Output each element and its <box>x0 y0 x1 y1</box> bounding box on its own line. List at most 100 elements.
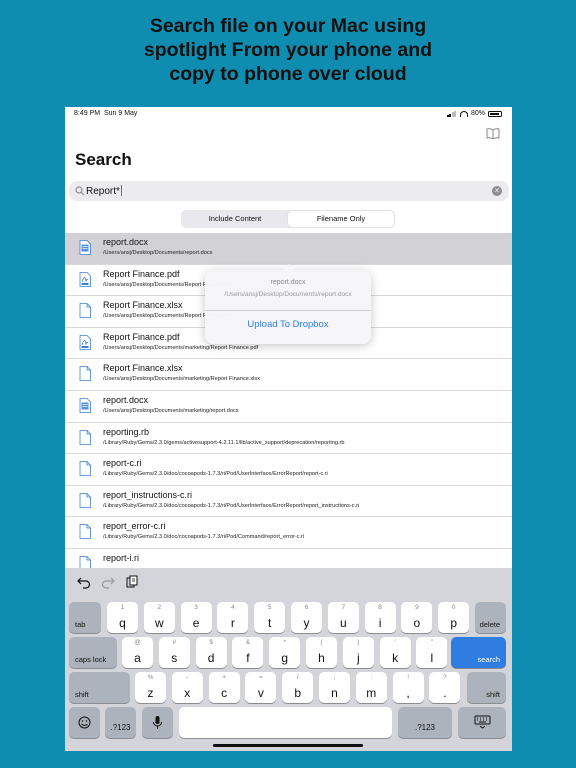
shift-right-key[interactable]: shift <box>467 672 506 703</box>
space-key[interactable] <box>179 707 392 738</box>
result-path: /Users/ansj/Desktop/Documents/report.doc… <box>103 250 213 256</box>
key-alt-char: 0 <box>451 604 456 611</box>
key-p[interactable]: 0p <box>438 602 470 633</box>
key-b[interactable]: / b <box>282 672 314 703</box>
key-char: m <box>366 686 377 700</box>
caps-lock-key[interactable]: caps lock <box>69 637 117 668</box>
key-alt-char: : <box>370 674 373 681</box>
key-j[interactable]: ) j <box>342 637 374 668</box>
key-label: tab <box>75 620 86 629</box>
key-char: g <box>281 651 289 665</box>
keyboard-shortcut-bar <box>65 568 512 596</box>
key-z[interactable]: % z <box>135 672 166 703</box>
search-mode-control[interactable]: Include Content Filename Only <box>181 210 395 228</box>
key-u[interactable]: 7u <box>327 602 359 633</box>
result-row[interactable]: report-i.ri <box>65 549 512 568</box>
onscreen-keyboard: tab 1 q 2 w 3 e 4 r 5 t 6 y 7 u 8 i 9 o 0 p delete caps lock @ a… <box>65 568 512 751</box>
key-char: k <box>392 651 399 665</box>
key-l[interactable]: " l <box>416 637 448 668</box>
delete-key[interactable]: delete <box>475 602 506 633</box>
key-alt-char: ; <box>333 674 336 681</box>
undo-icon[interactable] <box>77 575 91 589</box>
text-caret <box>120 185 122 196</box>
key-w[interactable]: 2w <box>143 602 175 633</box>
key-t[interactable]: 5t <box>254 602 286 633</box>
result-filename: report_error-c.ri <box>103 521 166 532</box>
result-row[interactable]: report-c.ri/Library/Ruby/Gems/2.3.0/doc/… <box>65 454 512 486</box>
result-row[interactable]: reporting.rb/Library/Ruby/Gems/2.3.0/gem… <box>65 423 512 455</box>
result-row[interactable]: report.docx/Users/ansj/Desktop/Documents… <box>65 233 512 265</box>
key-v[interactable]: = v <box>245 672 277 703</box>
key-x[interactable]: -x <box>171 672 203 703</box>
headline-line-3: copy to phone over cloud <box>169 63 407 85</box>
shift-left-key[interactable]: shift <box>69 672 130 703</box>
key-n[interactable]: ; n <box>319 672 350 703</box>
key-alt-char: " <box>430 639 434 646</box>
key-alt-char: @ <box>134 639 141 646</box>
key-a[interactable]: @ a <box>122 637 153 668</box>
numbers-key-right[interactable]: .?123 <box>398 707 452 738</box>
key-s[interactable]: # s <box>158 637 190 668</box>
file-icon <box>79 524 91 540</box>
status-time: 8:49 PM <box>74 110 101 117</box>
file-action-popover: report.docx /Users/ansj/Desktop/Document… <box>205 264 371 344</box>
key-g[interactable]: * g <box>269 637 301 668</box>
key-q[interactable]: 1q <box>107 602 138 633</box>
redo-icon[interactable] <box>101 575 115 589</box>
result-row[interactable]: report.docx/Users/ansj/Desktop/Documents… <box>65 391 512 423</box>
key-alt-char: 6 <box>304 604 309 611</box>
key-r[interactable]: 4r <box>217 602 249 633</box>
result-filename: report.docx <box>103 237 149 247</box>
result-row[interactable]: report_instructions-c.ri/Library/Ruby/Ge… <box>65 486 512 518</box>
result-row[interactable]: report_error-c.ri/Library/Ruby/Gems/2.3.… <box>65 517 512 549</box>
key-char: y <box>303 616 310 630</box>
key-label: shift <box>75 690 89 699</box>
search-field[interactable]: Report* × <box>69 181 509 201</box>
result-filename: report-i.ri <box>103 552 140 563</box>
key-h[interactable]: (h <box>306 637 337 668</box>
key-alt-char: 4 <box>231 604 235 611</box>
key-alt-char: ? <box>443 674 447 681</box>
emoji-key[interactable] <box>69 707 100 738</box>
segment-include-content[interactable]: Include Content <box>182 211 288 227</box>
key-i[interactable]: 8i <box>364 602 396 633</box>
key-alt-char: ' <box>394 639 396 646</box>
key-alt-char: $ <box>209 639 213 646</box>
clear-search-icon[interactable]: × <box>492 186 502 196</box>
dictation-key[interactable] <box>142 707 173 738</box>
result-row[interactable]: Report Finance.xlsx/Users/ansj/Desktop/D… <box>65 359 512 391</box>
key-f[interactable]: & f <box>232 637 264 668</box>
key-m[interactable]: :m <box>355 672 387 703</box>
headline-line-2: spotlight From your phone and <box>143 39 433 61</box>
key-c[interactable]: + c <box>208 672 240 703</box>
key-o[interactable]: 9o <box>401 602 433 633</box>
battery-icon <box>488 110 502 117</box>
result-filename: Report Finance.pdf <box>103 331 180 342</box>
search-input[interactable]: Report* <box>86 185 122 197</box>
key-e[interactable]: 3e <box>180 602 212 633</box>
paste-icon[interactable] <box>125 575 139 589</box>
key-char: e <box>192 616 200 630</box>
tab-key[interactable]: tab <box>69 602 101 633</box>
key-k[interactable]: ' k <box>379 637 411 668</box>
upload-to-dropbox-button[interactable]: Upload To Dropbox <box>205 316 371 334</box>
hide-keyboard-key[interactable] <box>458 707 506 738</box>
popover-path: /Users/ansj/Desktop/Documents/report.doc… <box>224 291 352 298</box>
headline-line-1: Search file on your Mac using <box>149 15 427 37</box>
key-y[interactable]: 6y <box>291 602 322 633</box>
numbers-key-left[interactable]: .?123 <box>105 707 136 738</box>
key-label: search <box>477 655 500 664</box>
key-d[interactable]: $ d <box>195 637 227 668</box>
segment-filename-only[interactable]: Filename Only <box>288 211 394 227</box>
book-icon[interactable] <box>486 128 500 139</box>
key-alt-char: 7 <box>341 604 346 611</box>
key-period[interactable]: ?. <box>429 672 461 703</box>
search-key[interactable]: search <box>451 637 506 668</box>
key-char: c <box>221 686 228 700</box>
key-comma[interactable]: !, <box>392 672 424 703</box>
key-char: s <box>171 651 178 665</box>
wifi-icon <box>459 110 468 117</box>
key-char: , <box>406 686 410 700</box>
key-alt-char: = <box>258 674 263 681</box>
cellular-signal-icon <box>446 110 457 117</box>
